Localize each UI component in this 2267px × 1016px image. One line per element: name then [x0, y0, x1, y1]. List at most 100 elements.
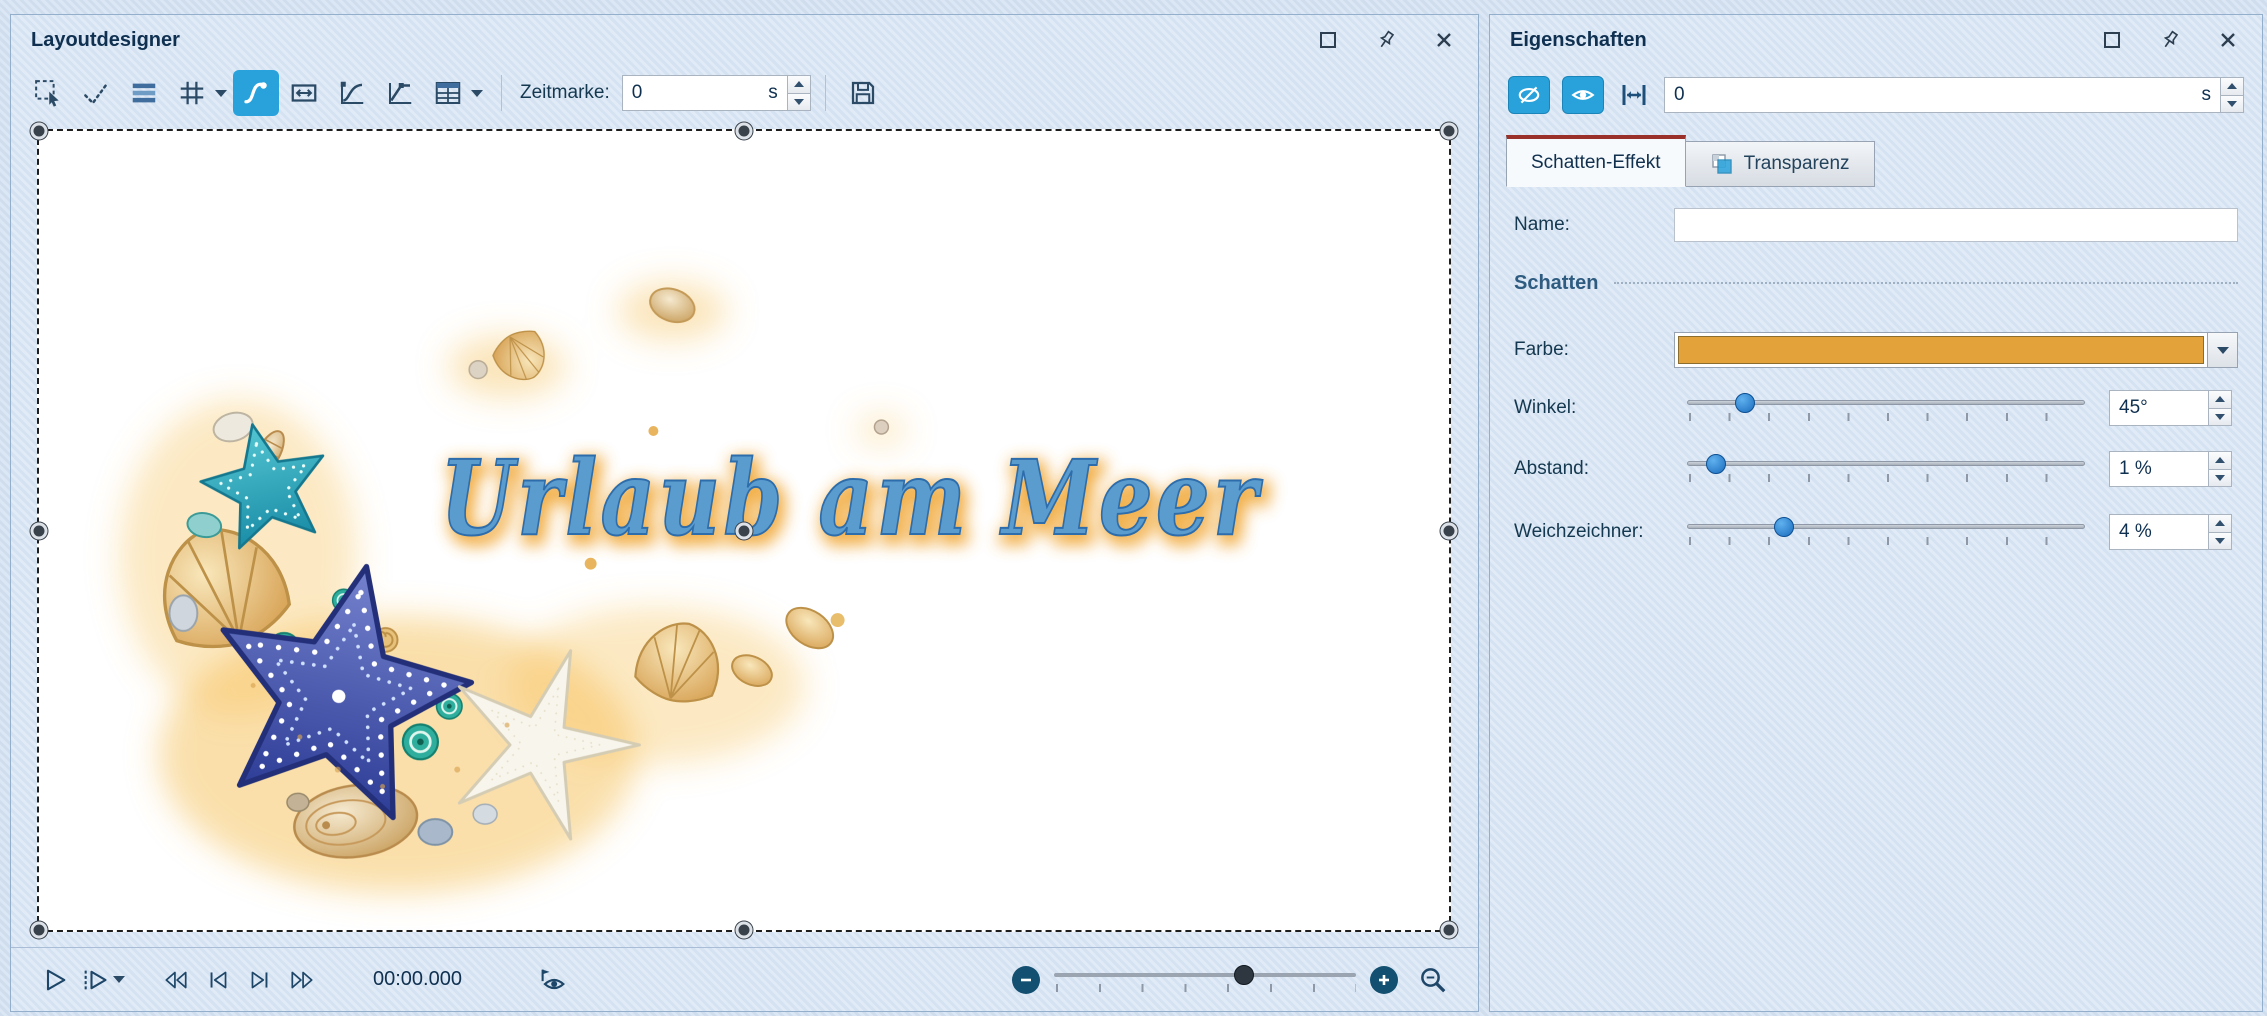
- shadow-effect-form: Name: Schatten Farbe: Winkel:: [1490, 187, 2262, 1011]
- layers-icon: [129, 78, 159, 108]
- effect-time-spin-down[interactable]: [2221, 95, 2243, 113]
- table-button[interactable]: [425, 70, 471, 116]
- abstand-spin-down[interactable]: [2209, 469, 2231, 487]
- play-button[interactable]: [35, 960, 75, 1000]
- position-button[interactable]: [281, 70, 327, 116]
- grid-dropdown-caret[interactable]: [215, 90, 227, 97]
- name-label: Name:: [1514, 214, 1674, 236]
- effect-time-field: s: [1664, 77, 2244, 113]
- curve-linear-button[interactable]: [377, 70, 423, 116]
- selection-handle-middle-left[interactable]: [31, 522, 48, 539]
- close-icon: [2218, 30, 2238, 50]
- layoutdesigner-panel: Layoutdesigner: [10, 14, 1479, 1012]
- tab-transparenz[interactable]: Transparenz: [1686, 141, 1875, 187]
- winkel-slider[interactable]: [1687, 389, 2085, 427]
- weichzeichner-value-input[interactable]: [2119, 521, 2199, 543]
- zeitmarke-spin-down[interactable]: [788, 93, 810, 111]
- abstand-spin-up[interactable]: [2209, 452, 2231, 469]
- selection-handle-top-right[interactable]: [1441, 123, 1458, 140]
- name-input[interactable]: [1674, 208, 2238, 242]
- skip-start-button[interactable]: [155, 960, 197, 1000]
- weichzeichner-slider[interactable]: [1687, 513, 2085, 551]
- zoom-slider[interactable]: [1054, 960, 1356, 1000]
- zoom-fit-button[interactable]: [1412, 960, 1454, 1000]
- selection-handle-bottom-left[interactable]: [31, 922, 48, 939]
- select-tool-icon: [33, 78, 63, 108]
- winkel-spin-up[interactable]: [2209, 391, 2231, 408]
- layoutdesigner-title: Layoutdesigner: [31, 29, 180, 52]
- selection-handle-bottom-right[interactable]: [1441, 922, 1458, 939]
- zeitmarke-spin-up[interactable]: [788, 76, 810, 93]
- show-timemarks-button[interactable]: [532, 960, 574, 1000]
- zeitmarke-input[interactable]: [632, 82, 761, 104]
- zoom-fit-icon: [1418, 965, 1448, 995]
- selection-handle-top-middle[interactable]: [736, 123, 753, 140]
- selection-handle-center[interactable]: [736, 522, 753, 539]
- tab-schatten-effekt[interactable]: Schatten-Effekt: [1506, 135, 1686, 187]
- effect-time-spin-up[interactable]: [2221, 78, 2243, 95]
- next-frame-button[interactable]: [239, 960, 281, 1000]
- pin-button[interactable]: [1372, 26, 1400, 54]
- winkel-spin-down[interactable]: [2209, 408, 2231, 426]
- effect-preview-toggle[interactable]: [1508, 76, 1550, 114]
- farbe-dropdown-button[interactable]: [2207, 333, 2237, 367]
- winkel-value-input[interactable]: [2119, 397, 2199, 419]
- selection-handle-top-left[interactable]: [31, 123, 48, 140]
- save-button[interactable]: [840, 70, 886, 116]
- zoom-slider-thumb[interactable]: [1234, 965, 1254, 985]
- maximize-button[interactable]: [1314, 26, 1342, 54]
- curve-tool-icon: [241, 78, 271, 108]
- table-dropdown-caret[interactable]: [471, 90, 483, 97]
- prev-frame-button[interactable]: [197, 960, 239, 1000]
- winkel-slider-thumb[interactable]: [1735, 393, 1755, 413]
- grid-button[interactable]: [169, 70, 215, 116]
- close-button[interactable]: [1430, 26, 1458, 54]
- abstand-slider-thumb[interactable]: [1706, 454, 1726, 474]
- eigenschaften-panel: Eigenschaften s: [1489, 14, 2263, 1012]
- select-tool-button[interactable]: [25, 70, 71, 116]
- layers-button[interactable]: [121, 70, 167, 116]
- color-swatch[interactable]: [1678, 336, 2204, 364]
- abstand-value-input[interactable]: [2119, 458, 2199, 480]
- spin-down-icon: [2215, 538, 2225, 544]
- abstand-slider[interactable]: [1687, 450, 2085, 488]
- spin-up-icon: [794, 81, 804, 87]
- visibility-toggle[interactable]: [1562, 76, 1604, 114]
- effect-time-input[interactable]: [1674, 84, 2194, 106]
- skip-start-icon: [162, 966, 190, 994]
- maximize-button[interactable]: [2098, 26, 2126, 54]
- eigenschaften-titlebar: Eigenschaften: [1490, 15, 2262, 65]
- chevron-down-icon: [2217, 347, 2229, 354]
- curve-smooth-button[interactable]: [329, 70, 375, 116]
- transport-time: 00:00.000: [373, 968, 462, 991]
- skip-end-button[interactable]: [281, 960, 323, 1000]
- position-icon: [289, 78, 319, 108]
- selection-handle-middle-right[interactable]: [1441, 522, 1458, 539]
- weichzeichner-spin-up[interactable]: [2209, 515, 2231, 532]
- show-timemarks-eye-icon: [538, 965, 568, 995]
- farbe-combobox[interactable]: [1674, 332, 2238, 368]
- pin-button[interactable]: [2156, 26, 2184, 54]
- spin-down-icon: [2215, 475, 2225, 481]
- play-from-button[interactable]: [75, 960, 115, 1000]
- zoom-out-button[interactable]: [1012, 966, 1040, 994]
- snap-tool-button[interactable]: [73, 70, 119, 116]
- grid-icon: [177, 78, 207, 108]
- slider-track: [1687, 461, 2085, 466]
- curve-tool-button[interactable]: [233, 70, 279, 116]
- slider-track: [1687, 524, 2085, 529]
- zeitmarke-label: Zeitmarke:: [520, 82, 610, 104]
- duration-button[interactable]: [1616, 77, 1652, 113]
- farbe-label: Farbe:: [1514, 339, 1674, 361]
- close-icon: [1434, 30, 1454, 50]
- selection-handle-bottom-middle[interactable]: [736, 922, 753, 939]
- close-button[interactable]: [2214, 26, 2242, 54]
- play-from-dropdown-caret[interactable]: [113, 976, 125, 983]
- name-row: Name:: [1514, 207, 2238, 243]
- zoom-in-button[interactable]: [1370, 966, 1398, 994]
- weichzeichner-spin-down[interactable]: [2209, 532, 2231, 550]
- weichzeichner-slider-thumb[interactable]: [1774, 517, 1794, 537]
- prev-frame-icon: [204, 966, 232, 994]
- layout-canvas[interactable]: Urlaub am Meer Urlaub am Meer: [37, 129, 1451, 932]
- spin-up-icon: [2215, 520, 2225, 526]
